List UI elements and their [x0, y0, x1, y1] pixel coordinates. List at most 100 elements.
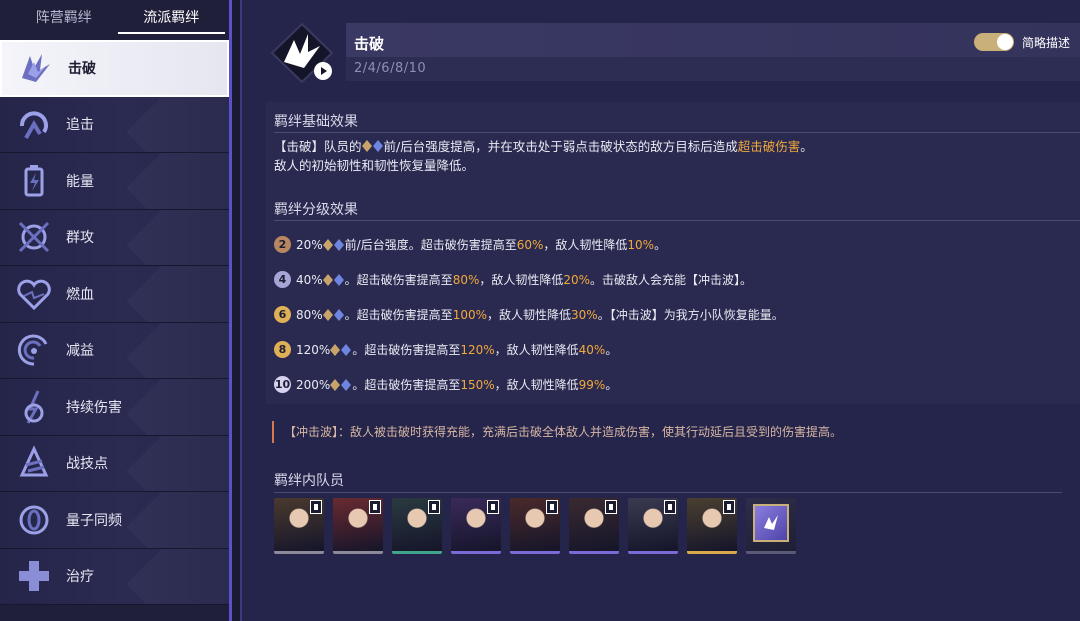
lock-badge-icon: [369, 500, 381, 514]
sidebar-item-aoe[interactable]: 群攻: [0, 209, 229, 266]
debuff-swirl-icon: [12, 328, 56, 372]
toggle-knob: [996, 34, 1013, 50]
tier-value: 10%: [627, 237, 655, 252]
relic-icon: [753, 504, 789, 542]
sidebar-item-label: 追击: [66, 117, 94, 134]
tier-badge: 10: [274, 376, 291, 393]
member-portrait[interactable]: [392, 498, 442, 554]
sidebar-item-label: 减益: [66, 343, 94, 360]
lock-badge-icon: [605, 500, 617, 514]
sidebar-item-energy[interactable]: 能量: [0, 153, 229, 210]
bond-list: 击破 追击 能量 群攻 燃血 减益 持续伤害 战技点 量子同频 治疗: [0, 40, 229, 605]
aoe-icon: [12, 215, 56, 259]
bond-sidebar: 阵营羁绊 流派羁绊 击破 追击 能量 群攻 燃血 减益 持续伤害 战技点 量子同…: [0, 0, 232, 621]
member-portrait[interactable]: [569, 498, 619, 554]
tier-text: ，敌人韧性降低: [494, 343, 579, 357]
tier-text: ，敌人韧性降低: [487, 308, 572, 322]
bond-detail-panel: 击破 2/4/6/8/10 简略描述 羁绊基础效果 【击破】队员的 前/后台强度提…: [240, 0, 1080, 621]
tier-badge: 2: [274, 236, 291, 253]
physical-element-icon: [330, 343, 341, 356]
follow-up-icon: [12, 102, 56, 146]
base-effect-line-1: 【击破】队员的 前/后台强度提高，并在攻击处于弱点击破状态的敌方目标后造成超击破伤…: [274, 138, 813, 154]
imaginary-element-icon: [341, 378, 352, 391]
tier-row: 6 80% 。超击破伤害提高至 100% ，敌人韧性降低 30% 。【冲击波】为我方小队恢复…: [274, 306, 784, 323]
sidebar-item-burning-blood[interactable]: 燃血: [0, 266, 229, 323]
tier-row: 2 20% 前/后台强度。超击破伤害提高至 60% ，敌人韧性降低 10%。: [274, 236, 666, 253]
sidebar-item-break[interactable]: 击破: [0, 40, 229, 97]
tier-value: 30%: [571, 307, 598, 322]
tier-text: 。超击破伤害提高至: [344, 273, 453, 287]
members-title: 羁绊内队员: [274, 473, 344, 489]
tier-row: 10 200% 。超击破伤害提高至 150% ，敌人韧性降低 99%。: [274, 376, 617, 393]
quantum-icon: [12, 498, 56, 542]
sidebar-item-label: 战技点: [66, 456, 108, 473]
bond-levels: 2/4/6/8/10: [354, 61, 427, 76]
tier-text: 。击破敌人会充能【冲击波】。: [590, 273, 753, 287]
physical-element-icon: [322, 308, 333, 321]
heal-cross-icon: [12, 554, 56, 598]
tier-percent: 80%: [296, 307, 323, 322]
tier-text: ，敌人韧性降低: [479, 273, 564, 287]
sidebar-item-skill-point[interactable]: 战技点: [0, 435, 229, 492]
tier-text: 前/后台强度。超击破伤害提高至: [344, 238, 517, 252]
lock-badge-icon: [723, 500, 735, 514]
tier-value: 120%: [460, 342, 495, 357]
burning-heart-icon: [12, 272, 56, 316]
member-portrait[interactable]: [451, 498, 501, 554]
sidebar-item-label: 击破: [68, 61, 96, 78]
tier-row: 8 120% 。超击破伤害提高至 120% ，敌人韧性降低 40%。: [274, 341, 617, 358]
member-list: [274, 498, 796, 554]
imaginary-element-icon: [341, 343, 352, 356]
sidebar-item-label: 治疗: [66, 569, 94, 586]
lock-badge-icon: [428, 500, 440, 514]
play-icon[interactable]: [314, 62, 332, 80]
member-portrait[interactable]: [510, 498, 560, 554]
sidebar-item-dot[interactable]: 持续伤害: [0, 379, 229, 436]
tier-text: ，敌人韧性降低: [494, 378, 579, 392]
tier-row: 4 40% 。超击破伤害提高至 80% ，敌人韧性降低 20% 。击破敌人会充能【冲击波】。: [274, 271, 752, 288]
member-portrait[interactable]: [274, 498, 324, 554]
imaginary-element-icon: [333, 308, 344, 321]
break-icon: [14, 46, 58, 90]
tier-effect-title: 羁绊分级效果: [274, 202, 358, 218]
bond-item-card[interactable]: [746, 498, 796, 554]
brief-description-toggle[interactable]: 简略描述: [973, 33, 1070, 51]
tier-text: 。: [605, 343, 618, 357]
tier-text: 。超击破伤害提高至: [352, 378, 461, 392]
sidebar-item-label: 群攻: [66, 230, 94, 247]
sidebar-item-follow-up[interactable]: 追击: [0, 96, 229, 153]
member-portrait[interactable]: [687, 498, 737, 554]
tier-badge: 6: [274, 306, 291, 323]
toggle-switch[interactable]: [973, 33, 1014, 51]
break-emblem-icon: [270, 22, 334, 84]
tier-value: 150%: [460, 377, 495, 392]
tier-text: 。超击破伤害提高至: [344, 308, 453, 322]
member-portrait[interactable]: [628, 498, 678, 554]
imaginary-element-icon: [372, 138, 383, 152]
tab-faction-bonds[interactable]: 阵营羁绊: [10, 4, 118, 34]
sidebar-item-label: 能量: [66, 173, 94, 190]
physical-element-icon: [322, 273, 333, 286]
dot-damage-icon: [12, 385, 56, 429]
physical-element-icon: [322, 238, 333, 251]
sidebar-item-label: 量子同频: [66, 512, 122, 529]
energy-battery-icon: [12, 159, 56, 203]
shockwave-note: 【冲击波】：敌人被击破时获得充能，充满后击破全体敌人并造成伤害，使其行动延后且受…: [272, 421, 842, 443]
bond-title: 击破: [354, 35, 385, 53]
base-effect-title: 羁绊基础效果: [274, 114, 358, 130]
member-portrait[interactable]: [333, 498, 383, 554]
tier-text: 。【冲击波】为我方小队恢复能量。: [597, 308, 784, 322]
tier-percent: 20%: [296, 237, 323, 252]
tier-badge: 4: [274, 271, 291, 288]
sidebar-item-heal[interactable]: 治疗: [0, 548, 229, 605]
tier-value: 100%: [452, 307, 487, 322]
bond-header: 击破 2/4/6/8/10 简略描述: [346, 23, 1080, 81]
physical-element-icon: [330, 378, 341, 391]
tab-school-bonds[interactable]: 流派羁绊: [117, 4, 225, 34]
sidebar-item-label: 燃血: [66, 286, 94, 303]
base-effect-line-2: 敌人的初始韧性和韧性恢复量降低。: [274, 158, 475, 173]
bond-tabs: 阵营羁绊 流派羁绊: [0, 0, 229, 38]
sidebar-item-quantum[interactable]: 量子同频: [0, 492, 229, 549]
lock-badge-icon: [310, 500, 322, 514]
sidebar-item-debuff[interactable]: 减益: [0, 322, 229, 379]
